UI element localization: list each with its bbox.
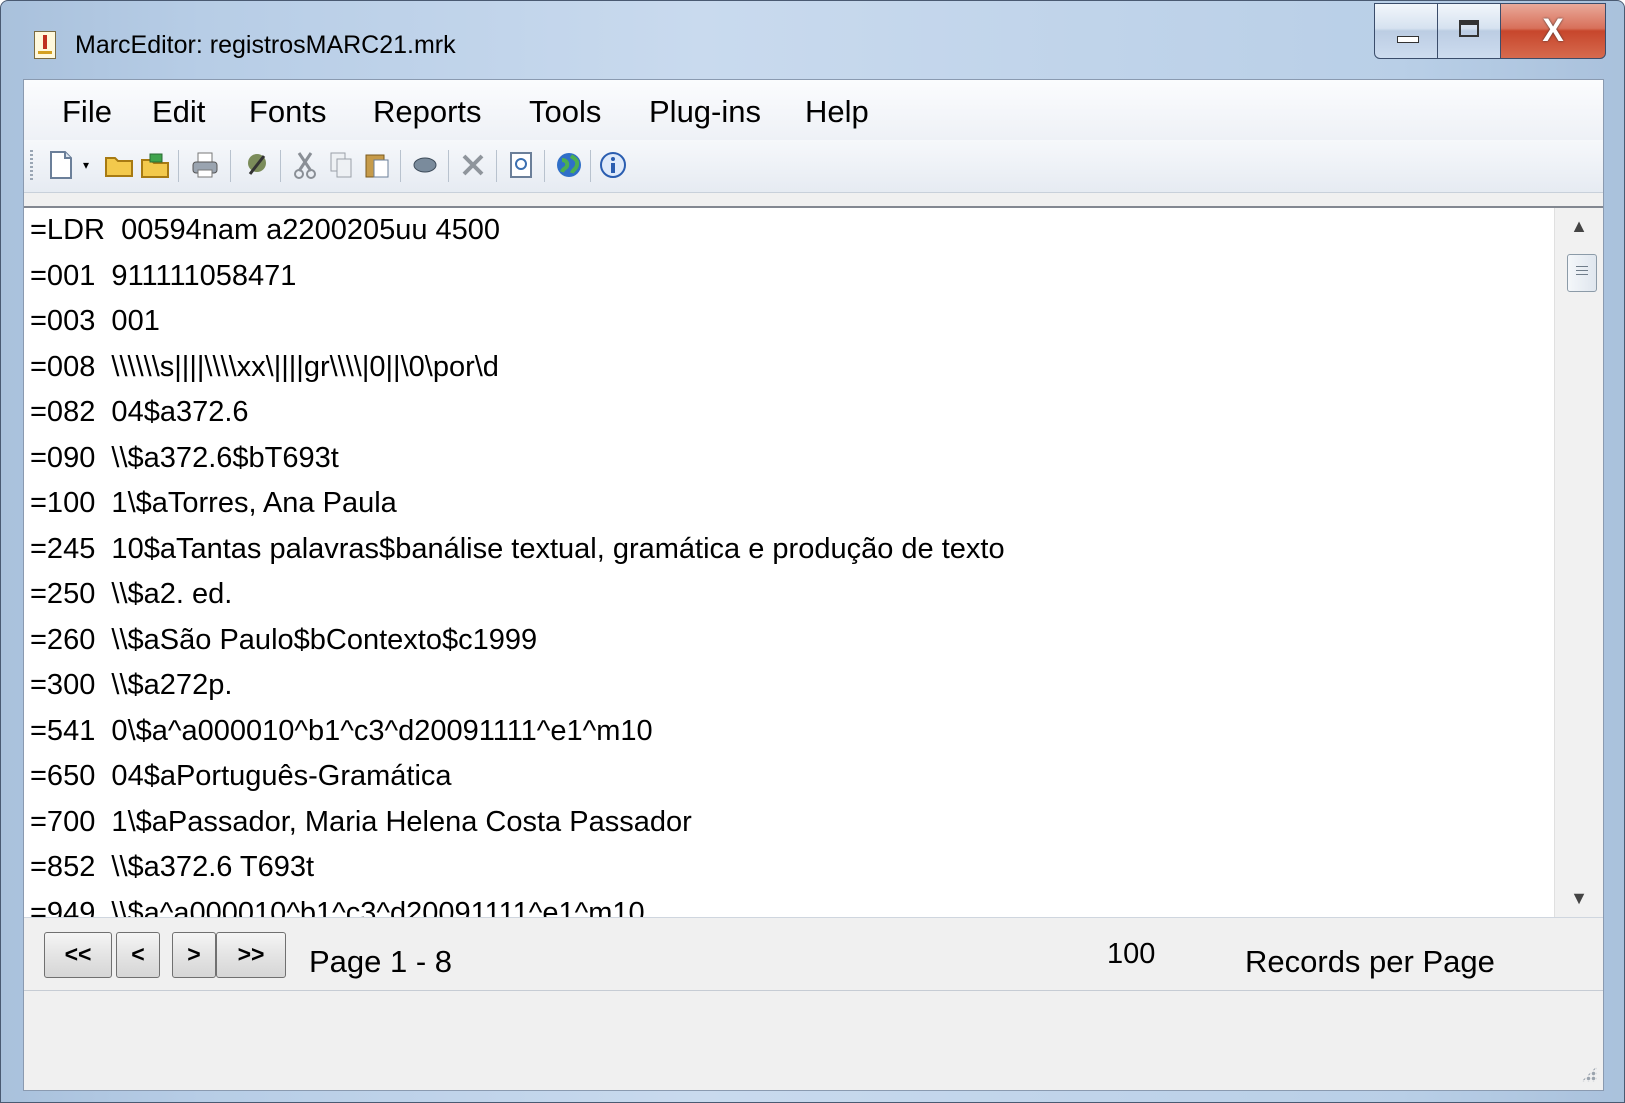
maximize-button[interactable] (1437, 3, 1501, 59)
open-folder-icon[interactable] (104, 150, 134, 180)
menu-file[interactable]: File (62, 94, 112, 130)
editor-line[interactable]: =100 1\$aTorres, Ana Paula (30, 487, 397, 520)
menu-bar: File Edit Fonts Reports Tools Plug-ins H… (24, 80, 1603, 140)
toolbar-grip[interactable] (30, 150, 33, 182)
new-file-icon[interactable] (46, 150, 76, 180)
editor-line[interactable]: =650 04$aPortuguês-Gramática (30, 760, 452, 793)
maximize-icon (1459, 20, 1479, 37)
editor-line[interactable]: =700 1\$aPassador, Maria Helena Costa Pa… (30, 806, 692, 839)
caption-buttons: X (1374, 3, 1606, 61)
toolbar-separator (544, 150, 545, 182)
previous-page-button[interactable]: < (116, 932, 160, 978)
dropdown-arrow-icon[interactable]: ▾ (78, 150, 94, 180)
toolbar: ▾ (24, 140, 1603, 193)
copy-icon[interactable] (326, 150, 356, 180)
status-bar (24, 992, 1603, 1090)
print-icon[interactable] (190, 150, 220, 180)
toolbar-separator (496, 150, 497, 182)
scroll-up-arrow-icon[interactable]: ▲ (1555, 216, 1603, 237)
toolbar-separator (448, 150, 449, 182)
next-page-button[interactable]: > (172, 932, 216, 978)
toolbar-separator (178, 150, 179, 182)
editor-line[interactable]: =082 04$a372.6 (30, 396, 249, 429)
menu-help[interactable]: Help (805, 94, 869, 130)
delete-icon[interactable] (458, 150, 488, 180)
cut-icon[interactable] (290, 150, 320, 180)
editor-line[interactable]: =300 \\$a272p. (30, 669, 232, 702)
link-icon[interactable] (410, 150, 440, 180)
close-icon: X (1542, 12, 1564, 48)
records-per-page-input[interactable]: 100 (1107, 938, 1155, 971)
menu-plug-ins[interactable]: Plug-ins (649, 94, 761, 130)
editor-line[interactable]: =852 \\$a372.6 T693t (30, 851, 314, 884)
toolbar-separator (280, 150, 281, 182)
app-icon[interactable] (34, 31, 56, 59)
toolbar-separator (230, 150, 231, 182)
info-icon[interactable] (598, 150, 628, 180)
editor-line[interactable]: =250 \\$a2. ed. (30, 578, 232, 611)
globe-icon[interactable] (554, 150, 584, 180)
editor-line[interactable]: =541 0\$a^a000010^b1^c3^d20091111^e1^m10 (30, 715, 653, 748)
app-window: MarcEditor: registrosMARC21.mrk X File E… (0, 0, 1625, 1103)
preview-icon[interactable] (506, 150, 536, 180)
first-page-button[interactable]: << (44, 932, 112, 978)
page-indicator: Page 1 - 8 (309, 944, 453, 979)
menu-fonts[interactable]: Fonts (249, 94, 327, 130)
menu-edit[interactable]: Edit (152, 94, 205, 130)
editor-line[interactable]: =003 001 (30, 305, 160, 338)
spellcheck-icon[interactable] (242, 150, 272, 180)
paste-icon[interactable] (362, 150, 392, 180)
editor-line[interactable]: =008 \\\\\\s||||\\\\xx\||||gr\\\\|0||\0\… (30, 351, 499, 384)
toolbar-separator (590, 150, 591, 182)
minimize-icon (1397, 36, 1419, 43)
marc-editor-textarea[interactable]: =LDR 00594nam a2200205uu 4500 =001 91111… (24, 206, 1603, 918)
open-recent-icon[interactable] (140, 150, 170, 180)
editor-line[interactable]: =090 \\$a372.6$bT693t (30, 442, 339, 475)
title-bar[interactable]: MarcEditor: registrosMARC21.mrk X (1, 1, 1624, 79)
editor-line[interactable]: =245 10$aTantas palavras$banálise textua… (30, 533, 1005, 566)
minimize-button[interactable] (1374, 3, 1438, 59)
close-button[interactable]: X (1500, 3, 1606, 59)
scroll-down-arrow-icon[interactable]: ▼ (1555, 888, 1603, 909)
scroll-thumb[interactable] (1567, 254, 1597, 292)
records-per-page-label: Records per Page (1245, 944, 1495, 979)
editor-line[interactable]: =260 \\$aSão Paulo$bContexto$c1999 (30, 624, 537, 657)
editor-line[interactable]: =LDR 00594nam a2200205uu 4500 (30, 214, 500, 247)
vertical-scrollbar[interactable]: ▲ ▼ (1554, 208, 1603, 917)
resize-grip-icon[interactable] (1581, 1066, 1597, 1082)
client-area: File Edit Fonts Reports Tools Plug-ins H… (23, 79, 1604, 1091)
menu-reports[interactable]: Reports (373, 94, 482, 130)
editor-line[interactable]: =949 \\$a^a000010^b1^c3^d20091111^e1^m10 (30, 897, 645, 917)
window-title: MarcEditor: registrosMARC21.mrk (75, 31, 456, 59)
editor-line[interactable]: =001 911111058471 (30, 260, 296, 293)
last-page-button[interactable]: >> (216, 932, 286, 978)
toolbar-separator (400, 150, 401, 182)
pager-bar: << < > >> Page 1 - 8 100 Records per Pag… (24, 920, 1603, 991)
menu-tools[interactable]: Tools (529, 94, 601, 130)
